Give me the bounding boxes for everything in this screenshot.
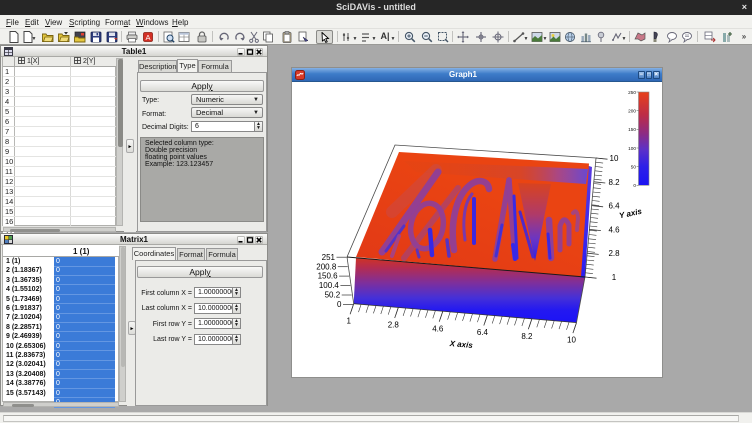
svg-text:100.4: 100.4 [319,281,340,290]
svg-text:0: 0 [633,183,636,188]
svg-text:4.6: 4.6 [608,225,620,234]
svg-text:200.8: 200.8 [316,262,337,271]
svg-text:X axis: X axis [448,339,473,350]
svg-text:251: 251 [322,253,336,262]
svg-text:150: 150 [628,127,636,132]
svg-text:2.8: 2.8 [388,321,400,330]
svg-text:6.4: 6.4 [477,328,489,337]
svg-text:0: 0 [337,300,342,309]
svg-text:8.2: 8.2 [608,178,620,187]
svg-text:Y axis: Y axis [618,207,643,221]
svg-text:200: 200 [628,109,636,114]
svg-text:6.4: 6.4 [608,202,620,211]
svg-text:10: 10 [567,336,576,345]
svg-text:1: 1 [346,317,351,326]
svg-text:8.2: 8.2 [521,332,533,341]
svg-text:2.8: 2.8 [608,249,620,258]
svg-text:50.2: 50.2 [325,291,341,300]
svg-text:150.6: 150.6 [318,272,339,281]
svg-text:A: A [145,33,150,42]
svg-text:1: 1 [612,273,617,282]
svg-text:250: 250 [628,90,636,95]
svg-text:100: 100 [628,146,636,151]
svg-text:4.6: 4.6 [432,324,444,333]
svg-text:10: 10 [610,154,619,163]
svg-text:50: 50 [631,164,637,169]
